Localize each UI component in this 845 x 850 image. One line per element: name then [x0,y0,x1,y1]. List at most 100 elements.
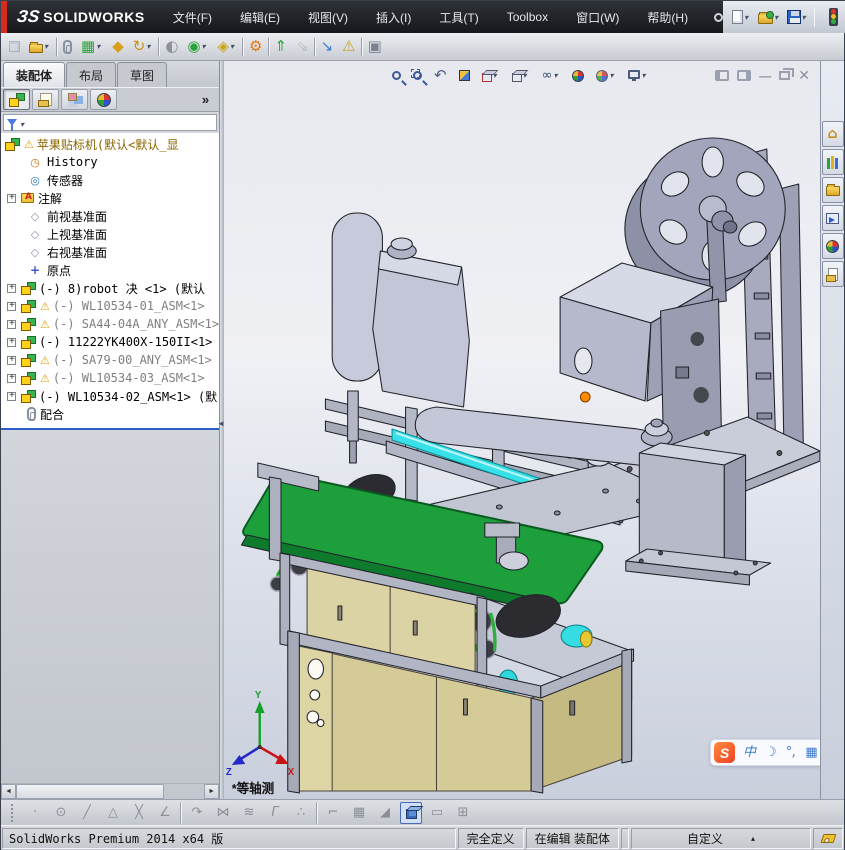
tree-item[interactable]: ⚠ (-) SA79-00_ANY_ASM<1> [1,351,219,369]
design-library-button[interactable] [821,149,844,175]
status-tag-button[interactable] [813,828,843,849]
ime-logo[interactable]: S [714,742,736,763]
toolbar-button[interactable]: ▦ [77,35,107,59]
tree-item[interactable]: ⚠ 原点 [1,261,219,279]
menu-item[interactable]: 窗口(W) [564,5,631,30]
toolbar-button[interactable] [313,36,316,57]
expand-toggle-icon[interactable] [7,300,16,311]
snap-toolbar-button[interactable]: ⊞ [452,802,474,824]
snap-toolbar-button[interactable]: Γ [264,802,286,824]
expand-toggle-icon[interactable] [7,390,16,401]
toolbar-button[interactable]: ▣ [364,35,386,59]
menu-item[interactable]: 帮助(H) [635,5,700,30]
expand-toggle-icon[interactable] [7,282,16,293]
snap-toolbar-button[interactable] [400,801,422,824]
zoom-to-fit-button[interactable] [389,69,404,82]
display-style-button[interactable] [509,68,533,84]
tree-root-assembly[interactable]: ⚠ 苹果贴标机 (默认<默认_显 [1,135,219,153]
toolbar-button[interactable] [242,36,245,57]
open-document-button[interactable]: ▾ [755,5,781,29]
snap-toolbar-button[interactable] [180,801,182,824]
status-custom-dropdown[interactable]: 自定义 [631,828,811,849]
toolbar-button[interactable]: ↻ [129,35,158,59]
snap-toolbar-button[interactable] [316,801,318,824]
toolbar-button[interactable] [56,36,58,57]
toolbar-button[interactable] [267,36,270,57]
custom-properties-button[interactable] [821,261,844,287]
toolbar-button[interactable]: ◈ [214,35,242,59]
scrollbar-track[interactable] [164,784,205,799]
menu-item[interactable]: Toolbox [495,6,560,28]
command-tab[interactable]: 装配体 [3,62,66,87]
assembly-model-3d-view[interactable]: Y Z X *等轴测 [224,61,820,799]
snap-toolbar-button[interactable]: ╳ [128,802,150,824]
section-view-button[interactable] [456,68,473,83]
command-tab[interactable]: 布局 [66,62,117,87]
graphics-viewport[interactable]: Y Z X *等轴测 ↶ ∞ — ✕ S 中 ☽ °, ▦ [224,61,820,799]
appearances-scenes-button[interactable] [821,233,844,259]
tree-item[interactable]: ⚠ (-) SA44-04A_ANY_ASM<1> [1,315,219,333]
toolbar-button[interactable]: ◆ [108,35,128,59]
toolbar-button[interactable]: ⚠ [338,35,359,59]
snap-toolbar-button[interactable]: ⋈ [212,802,234,824]
toolbar-button[interactable] [158,36,161,57]
snap-toolbar-button[interactable]: ∴ [290,802,312,824]
previous-view-button[interactable]: ↶ [431,66,450,85]
snap-toolbar-button[interactable]: ≋ [238,802,260,824]
tree-filter-input[interactable] [3,114,218,131]
ime-toolbar-icon[interactable]: ▦ [805,746,817,759]
toolbar-button[interactable]: ◐ [161,35,182,59]
snap-toolbar-button[interactable]: ↷ [186,802,208,824]
snap-toolbar-button[interactable]: ◢ [374,802,396,824]
menu-item[interactable]: 视图(V) [296,5,360,30]
search-icon[interactable] [714,12,724,22]
tree-item[interactable]: ⚠ 上视基准面 [1,225,219,243]
more-tabs-chevron[interactable]: » [202,92,217,107]
menu-item[interactable]: 插入(I) [364,5,423,30]
expand-toggle-icon[interactable] [7,372,16,383]
save-button[interactable]: ▾ [783,5,809,29]
toolbar-button[interactable] [5,35,24,59]
propertymanager-tab[interactable] [32,89,59,110]
toolbar-button[interactable]: ↘ [317,35,338,59]
scroll-left-button[interactable]: ◄ [1,784,16,799]
tree-horizontal-scrollbar[interactable]: ◄ ► [1,783,220,799]
edit-appearance-button[interactable] [569,68,587,84]
apply-scene-button[interactable] [593,68,619,84]
tree-item[interactable]: ⚠ History [1,153,219,171]
expand-toggle-icon[interactable] [7,354,16,365]
toolbar-button[interactable] [360,36,363,57]
toolbar-button[interactable] [25,35,55,59]
view-palette-button[interactable] [821,205,844,231]
snap-toolbar-button[interactable]: ╱ [76,802,98,824]
document-close-button[interactable] [798,67,810,84]
snap-toolbar-button[interactable]: ⌐ [322,802,344,824]
toolbar-button[interactable] [59,35,76,59]
rebuild-button[interactable] [820,5,845,29]
view-orientation-button[interactable] [479,68,503,84]
menu-item[interactable]: 编辑(E) [228,5,292,30]
tree-item[interactable]: ⚠ (-) WL10534-02_ASM<1> (默 [1,387,219,405]
tree-item[interactable]: ⚠ (-) 8)robot 决 <1> (默认 [1,279,219,297]
tree-item[interactable]: ⚠ 前视基准面 [1,207,219,225]
collapse-pane-left-button[interactable] [715,70,730,81]
scrollbar-thumb[interactable] [16,784,164,799]
file-explorer-button[interactable] [821,177,844,203]
toolbar-button[interactable]: ◉ [183,35,212,59]
ime-toolbar-icon[interactable]: ☽ [765,746,777,759]
tree-item[interactable]: ⚠ (-) WL10534-01_ASM<1> [1,297,219,315]
tree-item[interactable]: ⚠ 右视基准面 [1,243,219,261]
ime-toolbar-icon[interactable]: 中 [743,746,756,759]
menu-item[interactable]: 工具(T) [427,5,490,30]
snap-toolbar-button[interactable]: ∠ [154,802,176,824]
ime-toolbar-icon[interactable]: °, [786,746,797,759]
snap-toolbar-button[interactable]: △ [102,802,124,824]
featuremanager-tab[interactable] [3,89,30,110]
document-restore-button[interactable] [779,68,795,80]
toolbar-button[interactable]: ⇘ [292,35,313,59]
toolbar-button[interactable]: ⇑ [271,35,292,59]
tree-item[interactable]: ⚠ 传感器 [1,171,219,189]
tree-item[interactable]: ⚠ (-) WL10534-03_ASM<1> [1,369,219,387]
new-document-button[interactable]: ▾ [727,5,753,29]
view-settings-button[interactable] [625,69,651,82]
